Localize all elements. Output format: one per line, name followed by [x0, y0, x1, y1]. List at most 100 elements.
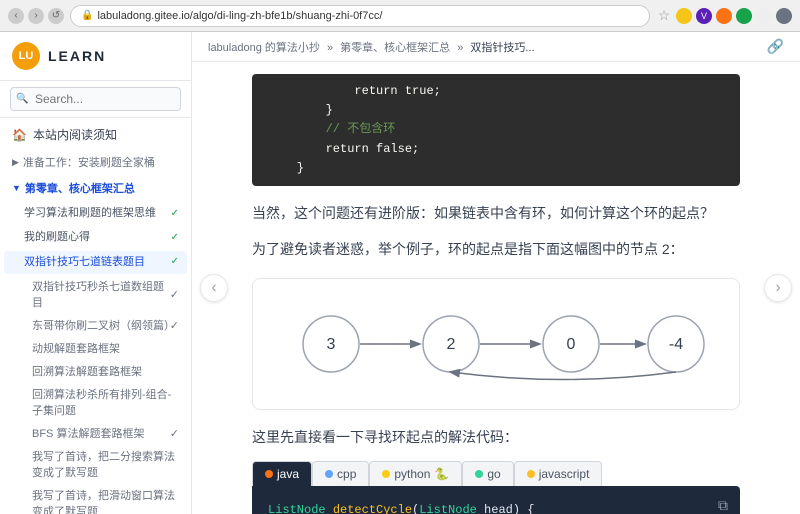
- chevron-icon: ▶: [12, 157, 19, 168]
- svg-text:3: 3: [327, 336, 336, 353]
- sidebar-subitem-backtrack[interactable]: 回溯算法解题套路框架: [4, 360, 187, 382]
- sidebar-group-prepare[interactable]: ▶ 准备工作：安装刷题全家桶: [0, 149, 191, 175]
- ext-icon-1: [676, 8, 692, 24]
- home-label: 本站内阅读须知: [33, 126, 117, 143]
- browser-chrome: ‹ › ↺ 🔒 labuladong.gitee.io/algo/di-ling…: [0, 0, 800, 32]
- ext-icon-5: [756, 8, 772, 24]
- cpp-dot: [325, 470, 333, 478]
- refresh-button[interactable]: ↺: [48, 8, 64, 24]
- sidebar-item-experience[interactable]: 我的刷题心得 ✓: [4, 226, 187, 249]
- code-line-5: }: [268, 159, 724, 178]
- item-label: 东哥带你刷二叉树（纲领篇）: [32, 317, 170, 333]
- item-label: 回溯算法解题套路框架: [32, 363, 142, 379]
- logo-text: LEARN: [48, 48, 106, 64]
- user-avatar: [776, 8, 792, 24]
- sidebar-subitem-binary1[interactable]: 我写了首诗，把二分搜索算法变成了默写题: [4, 445, 187, 483]
- tab-python[interactable]: python 🐍: [369, 461, 462, 486]
- breadcrumb-path: labuladong 的算法小抄 » 第零章、核心框架汇总 » 双指针技巧...: [208, 39, 535, 55]
- home-section[interactable]: 🏠 本站内阅读须知: [0, 118, 191, 149]
- sidebar-group-chapter0[interactable]: ▼ 第零章、核心框架汇总: [0, 175, 191, 201]
- svg-text:-4: -4: [669, 336, 683, 353]
- tab-java[interactable]: java: [252, 461, 312, 486]
- python-dot: [382, 470, 390, 478]
- check-icon: ✓: [171, 231, 179, 245]
- bookmark-icon[interactable]: ☆: [656, 8, 672, 24]
- section-label: 这里先直接看一下寻找环起点的解法代码：: [252, 426, 740, 450]
- home-icon: 🏠: [12, 128, 27, 142]
- back-button[interactable]: ‹: [8, 8, 24, 24]
- breadcrumb-item-2[interactable]: 第零章、核心框架汇总: [340, 42, 450, 54]
- share-icon[interactable]: 🔗: [767, 38, 784, 55]
- sidebar-subitem-sliding[interactable]: 我写了首诗，把滑动窗口算法变成了默写题: [4, 484, 187, 514]
- content-area: labuladong 的算法小抄 » 第零章、核心框架汇总 » 双指针技巧...…: [192, 32, 800, 514]
- sidebar-subitem-dp[interactable]: 动规解题套路框架: [4, 337, 187, 359]
- sidebar-search-area: [0, 81, 191, 118]
- search-wrapper: [10, 87, 181, 111]
- js-dot: [527, 470, 535, 478]
- ext-icon-4: [736, 8, 752, 24]
- copy-icon[interactable]: ⧉: [718, 496, 728, 514]
- sidebar-subitem-bfs[interactable]: BFS 算法解题套路框架 ✓: [4, 422, 187, 444]
- ext-icon-3: [716, 8, 732, 24]
- java-dot: [265, 470, 273, 478]
- breadcrumb-item-1[interactable]: labuladong 的算法小抄: [208, 42, 320, 54]
- main-layout: LU LEARN 🏠 本站内阅读须知 ▶ 准备工作：安装刷题全家桶 ▼ 第零章、…: [0, 32, 800, 514]
- item-label: 回溯算法秒杀所有排列-组合-子集问题: [32, 386, 179, 418]
- ext-icon-2: V: [696, 8, 712, 24]
- sidebar-logo: LU LEARN: [0, 32, 191, 81]
- check-icon: ✓: [170, 319, 179, 332]
- breadcrumb: labuladong 的算法小抄 » 第零章、核心框架汇总 » 双指针技巧...…: [192, 32, 800, 62]
- code-line-3: // 不包含环: [268, 120, 724, 139]
- search-input[interactable]: [10, 87, 181, 111]
- graph-svg: 3 2 0 -4: [276, 299, 716, 389]
- check-icon: ✓: [170, 288, 179, 301]
- tab-js-label: javascript: [539, 467, 590, 481]
- sidebar-subitem-array[interactable]: 双指针技巧秒杀七道数组题目 ✓: [4, 275, 187, 313]
- item-label: 双指针技巧七道链表题目: [24, 255, 145, 270]
- item-label: 我写了首诗，把二分搜索算法变成了默写题: [32, 448, 179, 480]
- tab-python-label: python: [394, 467, 430, 481]
- group-chapter0-label: 第零章、核心框架汇总: [25, 180, 135, 196]
- url-text: labuladong.gitee.io/algo/di-ling-zh-bfe1…: [97, 10, 382, 22]
- code-block-main: ⧉ ListNode detectCycle(ListNode head) { …: [252, 486, 740, 514]
- lang-tabs: java cpp python 🐍 go: [252, 461, 740, 486]
- code-line-1: return true;: [268, 82, 724, 101]
- sidebar-item-framework[interactable]: 学习算法和刷题的框架思维 ✓: [4, 202, 187, 225]
- sidebar-subitem-backtrack2[interactable]: 回溯算法秒杀所有排列-组合-子集问题: [4, 383, 187, 421]
- intro-text2: 为了避免读者迷惑，举个例子，环的起点是指下面这幅图中的节点 2：: [252, 238, 740, 262]
- forward-button[interactable]: ›: [28, 8, 44, 24]
- sidebar-subitem-tree[interactable]: 东哥带你刷二叉树（纲领篇） ✓: [4, 314, 187, 336]
- code-line-m1: ListNode detectCycle(ListNode head) {: [268, 500, 724, 514]
- sidebar-item-linked-list[interactable]: 双指针技巧七道链表题目 ✓: [4, 251, 187, 274]
- tab-java-label: java: [277, 467, 299, 481]
- logo-initials: LU: [19, 50, 34, 62]
- main-content: return true; } // 不包含环 return false; } 当…: [192, 62, 800, 514]
- prev-nav-button[interactable]: ‹: [200, 274, 228, 302]
- tab-cpp[interactable]: cpp: [312, 461, 369, 486]
- item-label: 学习算法和刷题的框架思维: [24, 206, 156, 221]
- tab-go[interactable]: go: [462, 461, 513, 486]
- code-line-4: return false;: [268, 140, 724, 159]
- browser-icons: ☆ V: [656, 8, 792, 24]
- breadcrumb-sep-2: »: [457, 42, 466, 54]
- intro-text: 当然，这个问题还有进阶版：如果链表中含有环，如何计算这个环的起点？: [252, 202, 740, 226]
- svg-text:2: 2: [447, 336, 456, 353]
- next-nav-button[interactable]: ›: [764, 274, 792, 302]
- logo-icon: LU: [12, 42, 40, 70]
- svg-text:0: 0: [567, 336, 576, 353]
- tab-javascript[interactable]: javascript: [514, 461, 603, 486]
- address-bar[interactable]: 🔒 labuladong.gitee.io/algo/di-ling-zh-bf…: [70, 5, 650, 27]
- content-wrapper: ‹ return true; } // 不包含环 return false;: [192, 62, 800, 514]
- check-icon: ✓: [170, 427, 179, 440]
- code-line-2: }: [268, 101, 724, 120]
- graph-diagram: 3 2 0 -4: [252, 278, 740, 410]
- check-icon: ✓: [171, 207, 179, 221]
- go-dot: [475, 470, 483, 478]
- item-label: 动规解题套路框架: [32, 340, 120, 356]
- lock-icon: 🔒: [81, 10, 93, 21]
- tab-cpp-label: cpp: [337, 467, 356, 481]
- tab-go-label: go: [487, 467, 500, 481]
- python-emoji: 🐍: [434, 467, 449, 481]
- breadcrumb-current: 双指针技巧...: [470, 42, 534, 54]
- browser-controls: ‹ › ↺: [8, 8, 64, 24]
